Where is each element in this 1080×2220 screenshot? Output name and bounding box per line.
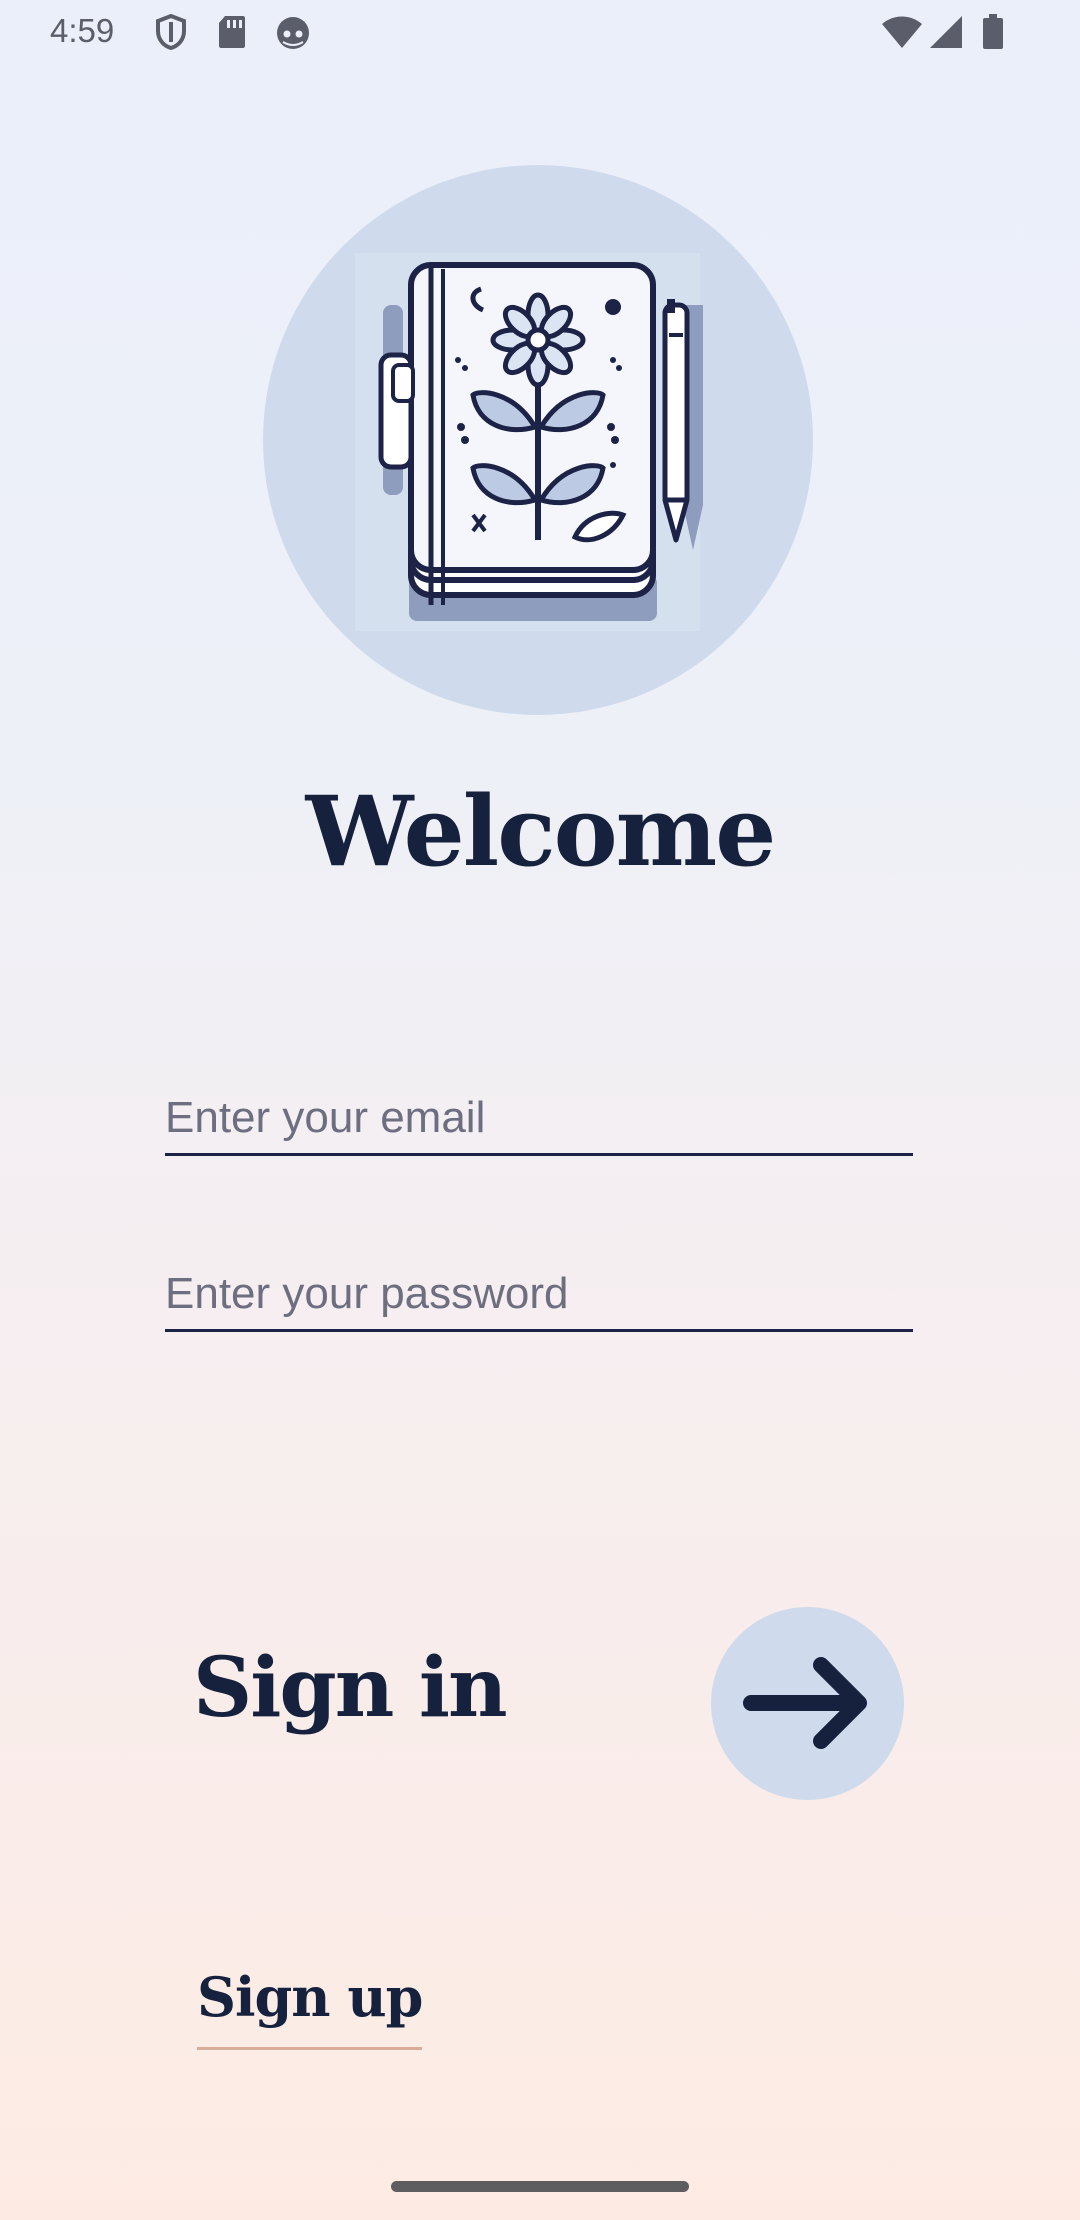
sign-in-label: Sign in [193,1640,508,1736]
status-bar: 4:59 [0,0,1080,64]
home-indicator[interactable] [391,2181,689,2192]
password-input[interactable] [165,1269,913,1319]
hero-illustration [263,165,813,715]
wifi-icon [880,14,924,55]
shield-icon [155,13,187,55]
status-time: 4:59 [50,12,115,49]
arrow-right-icon [743,1657,867,1749]
sign-in-button[interactable] [711,1607,904,1800]
sign-up-link[interactable]: Sign up [197,1965,423,2050]
notebook-icon [355,253,703,631]
password-field[interactable] [165,1257,913,1332]
android-robot-icon [275,14,311,55]
sd-card-icon [217,14,247,55]
battery-icon [982,14,1004,55]
page-title: Welcome [305,775,777,888]
email-input[interactable] [165,1093,913,1143]
signal-icon [928,14,964,55]
email-field[interactable] [165,1081,913,1156]
